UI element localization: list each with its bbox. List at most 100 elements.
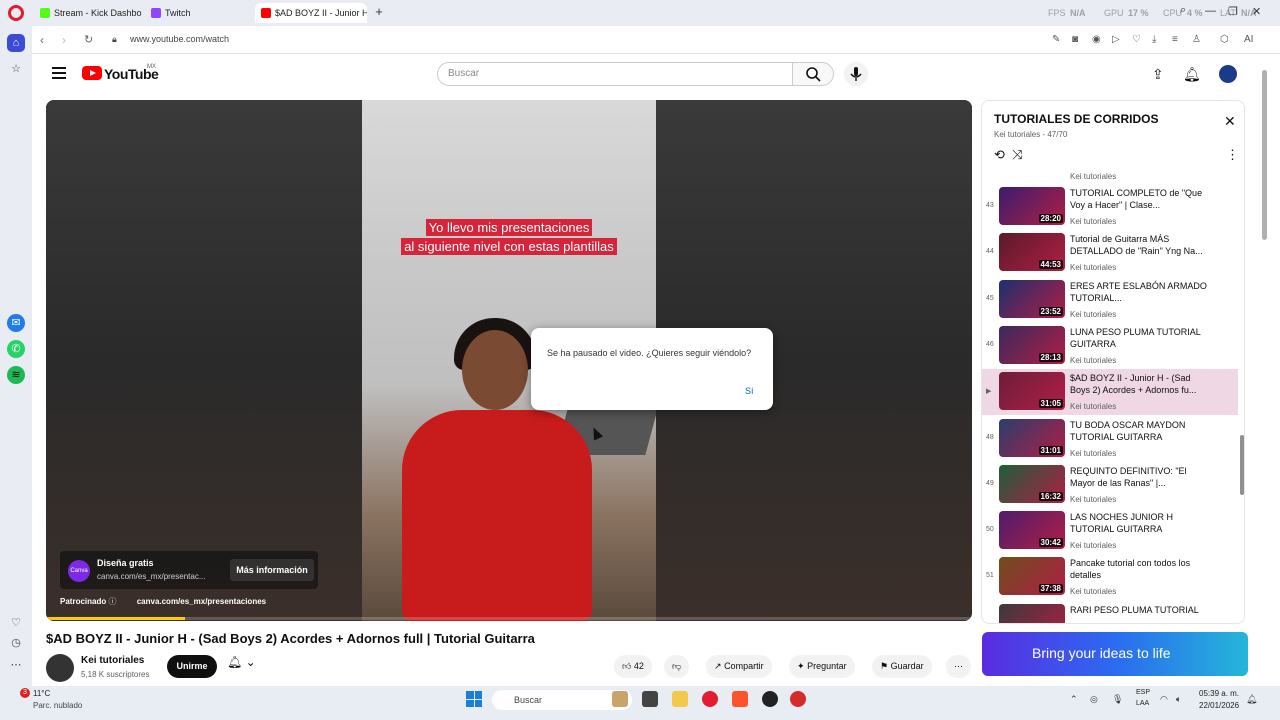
- wifi-icon[interactable]: ◠: [1160, 694, 1168, 705]
- search-input[interactable]: Buscar: [437, 62, 793, 86]
- edit-icon[interactable]: ✎: [1052, 34, 1060, 45]
- new-tab-button[interactable]: +: [372, 5, 386, 19]
- restore-icon[interactable]: ❐: [1228, 5, 1238, 18]
- vpn-icon[interactable]: ◉: [1092, 34, 1101, 45]
- playlist-item[interactable]: 48 31:01 TU BODA OSCAR MAYDON TUTORIAL GUI…: [982, 416, 1238, 462]
- download-icon[interactable]: ⤓: [1152, 34, 1156, 45]
- weather-desc[interactable]: Parc. nublado: [33, 701, 82, 710]
- tab-twitch[interactable]: Twitch: [145, 3, 251, 23]
- more-actions-button[interactable]: ⋯: [946, 655, 971, 678]
- dialog-yes-button[interactable]: Sí: [745, 386, 754, 396]
- mic-icon[interactable]: 🎙︎: [1112, 694, 1123, 705]
- app-icon[interactable]: [762, 691, 778, 707]
- subscription-bell-icon[interactable]: 🔔︎ ⌄: [227, 655, 256, 669]
- loop-icon[interactable]: ⟲: [994, 147, 1005, 162]
- windows-start-icon[interactable]: [466, 691, 482, 707]
- playlist-title[interactable]: TUTORIALES DE CORRIDOS: [994, 112, 1158, 126]
- ask-button[interactable]: ✦ Preguntar: [789, 655, 855, 678]
- playlist-item-thumbnail[interactable]: 16:32: [999, 464, 1065, 503]
- playlist-item-thumbnail[interactable]: 30:42: [999, 511, 1065, 550]
- minimize-icon[interactable]: —: [1205, 5, 1216, 17]
- notification-icon[interactable]: 🔔︎: [1246, 694, 1257, 705]
- playlist-item[interactable]: 43 28:20 TUTORIAL COMPLETO de "Que Voy a H…: [982, 184, 1238, 230]
- ad-banner[interactable]: Bring your ideas to life: [982, 632, 1248, 676]
- playlist-item[interactable]: 45 23:52 ERES ARTE ESLABÓN ARMADO TUTORIAL…: [982, 277, 1238, 323]
- playlist-item-thumbnail[interactable]: 37:38: [999, 557, 1065, 596]
- menu-lines-icon[interactable]: ≡: [1172, 34, 1178, 45]
- clock-time[interactable]: 05:39 a. m.: [1199, 689, 1239, 698]
- more-vert-icon[interactable]: ⋮: [1226, 147, 1239, 163]
- url-field[interactable]: www.youtube.com/watch: [130, 34, 229, 44]
- profile-icon[interactable]: ♙: [1192, 34, 1201, 45]
- brave-icon[interactable]: [732, 691, 748, 707]
- heart-icon[interactable]: ♡: [1132, 34, 1141, 45]
- tray-chevron-icon[interactable]: ⌃: [1070, 694, 1078, 705]
- play-icon[interactable]: ▷: [1112, 34, 1120, 45]
- more-info-button[interactable]: Más información: [230, 559, 314, 581]
- file-explorer-icon[interactable]: [672, 691, 688, 707]
- menu-icon[interactable]: [52, 67, 66, 79]
- playlist-item-thumbnail[interactable]: 28:20: [999, 187, 1065, 225]
- channel-avatar[interactable]: [46, 654, 74, 682]
- search-tabs-icon[interactable]: ⌕: [1180, 4, 1186, 17]
- reload-icon[interactable]: ↻: [84, 33, 93, 46]
- gx-icon[interactable]: [790, 691, 806, 707]
- notifications-bell-icon[interactable]: 🔔︎: [1183, 66, 1201, 83]
- close-window-icon[interactable]: ✕: [1252, 5, 1261, 18]
- back-icon[interactable]: ‹: [40, 33, 44, 47]
- language-line-2[interactable]: LAA: [1136, 700, 1149, 707]
- playlist-item[interactable]: 49 16:32 REQUINTO DEFINITIVO: "El Mayor de…: [982, 462, 1238, 508]
- page-scrollbar[interactable]: [1262, 70, 1267, 240]
- heart-icon[interactable]: ♡: [7, 614, 25, 632]
- language-line-1[interactable]: ESP: [1136, 689, 1150, 696]
- playlist-item[interactable]: 46 28:13 LUNA PESO PLUMA TUTORIAL GUITARRA…: [982, 323, 1238, 369]
- playlist-item[interactable]: 44 44:53 Tutorial de Guitarra MÁS DETALLAD…: [982, 230, 1238, 276]
- home-icon[interactable]: ⌂: [7, 34, 25, 52]
- dislike-button[interactable]: 👎︎: [664, 655, 690, 678]
- playlist-item[interactable]: 50 30:42 LAS NOCHES JUNIOR H TUTORIAL GUIT…: [982, 508, 1238, 554]
- search-button[interactable]: [792, 62, 834, 86]
- forward-icon[interactable]: ›: [62, 33, 66, 47]
- tab-kick[interactable]: Stream - Kick Dashboard: [34, 3, 142, 23]
- close-icon[interactable]: ✕: [1224, 113, 1236, 130]
- history-icon[interactable]: ◷: [7, 634, 25, 652]
- playlist-item-thumbnail[interactable]: [999, 603, 1065, 623]
- cube-icon[interactable]: ⬡: [1220, 34, 1229, 45]
- account-avatar[interactable]: [1219, 65, 1237, 83]
- like-button[interactable]: 👍︎ 42: [614, 655, 652, 678]
- playlist-item[interactable]: RARI PESO PLUMA TUTORIAL: [982, 601, 1238, 623]
- spotify-icon[interactable]: ≋: [7, 366, 25, 384]
- playlist-item[interactable]: ▶ 31:05 $AD BOYZ II - Junior H - (Sad Boys…: [982, 369, 1238, 416]
- taskbar-search[interactable]: Buscar: [492, 690, 632, 710]
- share-button[interactable]: ↗ Compartir: [706, 655, 772, 678]
- playlist-scrollbar[interactable]: [1240, 435, 1244, 495]
- messenger-icon[interactable]: ✉: [7, 314, 25, 332]
- info-icon[interactable]: ⓘ: [108, 597, 116, 606]
- upload-icon[interactable]: ⇪: [1152, 66, 1164, 83]
- opera-taskbar-icon[interactable]: [702, 691, 718, 707]
- video-player[interactable]: Yo llevo mis presentaciones al siguiente…: [46, 100, 972, 621]
- weather-temp[interactable]: 11°C: [33, 689, 50, 698]
- playlist-item-thumbnail[interactable]: 31:05: [999, 372, 1065, 411]
- ai-label[interactable]: AI: [1244, 34, 1253, 45]
- sponsored-url[interactable]: canva.com/es_mx/presentaciones: [137, 597, 266, 606]
- tab-youtube[interactable]: $AD BOYZ II - Junior H - ( ✕: [255, 3, 367, 23]
- join-button[interactable]: Unirme: [167, 655, 217, 678]
- voice-search-button[interactable]: [844, 62, 868, 86]
- clock-date[interactable]: 22/01/2026: [1199, 701, 1239, 710]
- shuffle-icon[interactable]: ⤨: [1012, 147, 1022, 162]
- playlist-item[interactable]: 51 37:38 Pancake tutorial con todos los de…: [982, 554, 1238, 600]
- playlist-item-thumbnail[interactable]: 23:52: [999, 279, 1065, 318]
- volume-icon[interactable]: 🔈︎: [1176, 694, 1181, 705]
- progress-bar[interactable]: [46, 617, 972, 620]
- channel-name[interactable]: Kei tutoriales: [81, 655, 144, 666]
- playlist-item-thumbnail[interactable]: 28:13: [999, 325, 1065, 364]
- save-button[interactable]: ⚑ Guardar: [872, 655, 932, 678]
- tray-app-icon[interactable]: ◎: [1090, 694, 1098, 705]
- star-icon[interactable]: ☆: [7, 60, 25, 78]
- task-view-icon[interactable]: [642, 691, 658, 707]
- camera-icon[interactable]: ◙: [1072, 34, 1078, 45]
- opera-logo-icon[interactable]: [8, 5, 24, 21]
- youtube-logo-icon[interactable]: [82, 66, 102, 80]
- playlist-item-thumbnail[interactable]: 31:01: [999, 418, 1065, 457]
